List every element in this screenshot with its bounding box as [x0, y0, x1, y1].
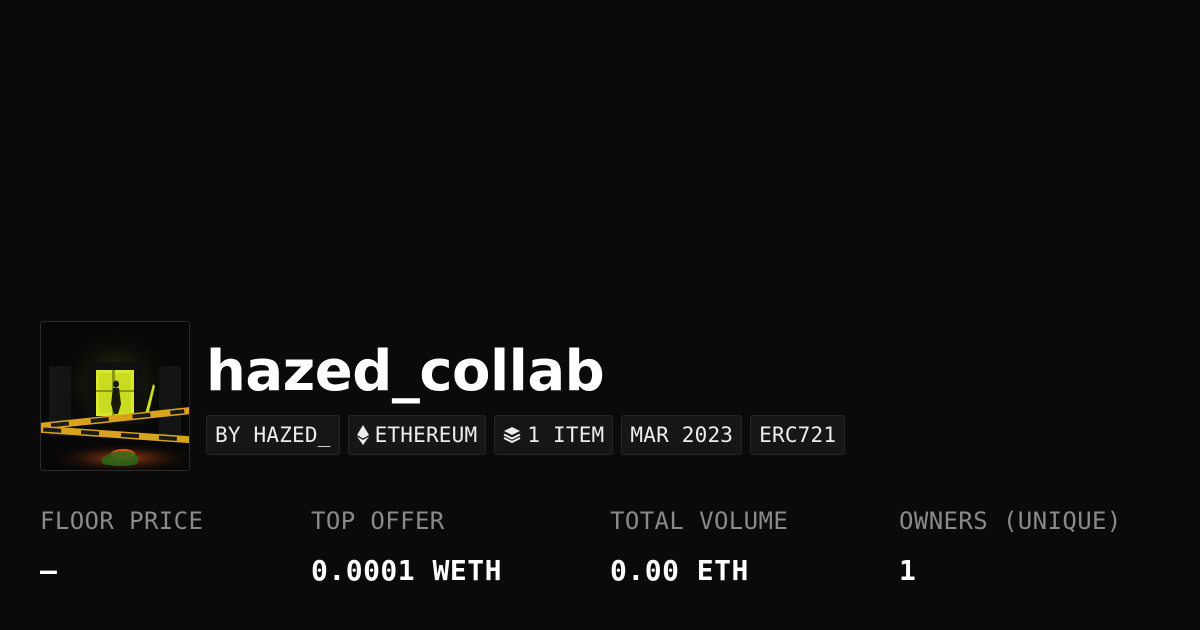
total-volume-value: 0.00 ETH — [610, 554, 749, 587]
item-count-label: 1 ITEM — [527, 423, 605, 447]
date-chip: MAR 2023 — [621, 415, 743, 455]
floor-price-stat: FLOOR PRICE – — [40, 503, 203, 589]
chain-chip-label: ETHEREUM — [374, 423, 478, 447]
total-volume-stat: TOTAL VOLUME 0.00 ETH — [610, 503, 788, 589]
token-standard-chip: ERC721 — [750, 415, 846, 455]
top-offer-value: 0.0001 WETH — [311, 554, 502, 587]
top-offer-label: TOP OFFER — [311, 507, 445, 535]
owners-stat: OWNERS (UNIQUE) 1 — [899, 503, 1122, 589]
chain-chip[interactable]: ETHEREUM — [347, 415, 487, 455]
collection-stats: FLOOR PRICE – TOP OFFER 0.0001 WETH TOTA… — [40, 503, 1180, 603]
collection-artwork[interactable] — [40, 321, 190, 471]
creator-chip[interactable]: BY HAZED_ — [206, 415, 340, 455]
owners-label: OWNERS (UNIQUE) — [899, 507, 1122, 535]
collection-title: hazed_collab — [206, 339, 605, 404]
item-count-chip[interactable]: 1 ITEM — [494, 415, 614, 455]
total-volume-label: TOTAL VOLUME — [610, 507, 789, 535]
collection-meta-chips: BY HAZED_ ETHEREUM 1 ITEM MAR 2023 ERC72… — [206, 415, 846, 455]
floor-price-label: FLOOR PRICE — [40, 507, 204, 535]
layers-icon — [503, 426, 521, 444]
creator-chip-label: BY HAZED_ — [215, 423, 331, 447]
owners-value: 1 — [899, 554, 917, 587]
top-offer-stat: TOP OFFER 0.0001 WETH — [311, 503, 502, 589]
token-standard-label: ERC721 — [759, 423, 837, 447]
date-chip-label: MAR 2023 — [630, 423, 734, 447]
ethereum-icon — [356, 425, 369, 445]
floor-price-value: – — [40, 554, 58, 587]
